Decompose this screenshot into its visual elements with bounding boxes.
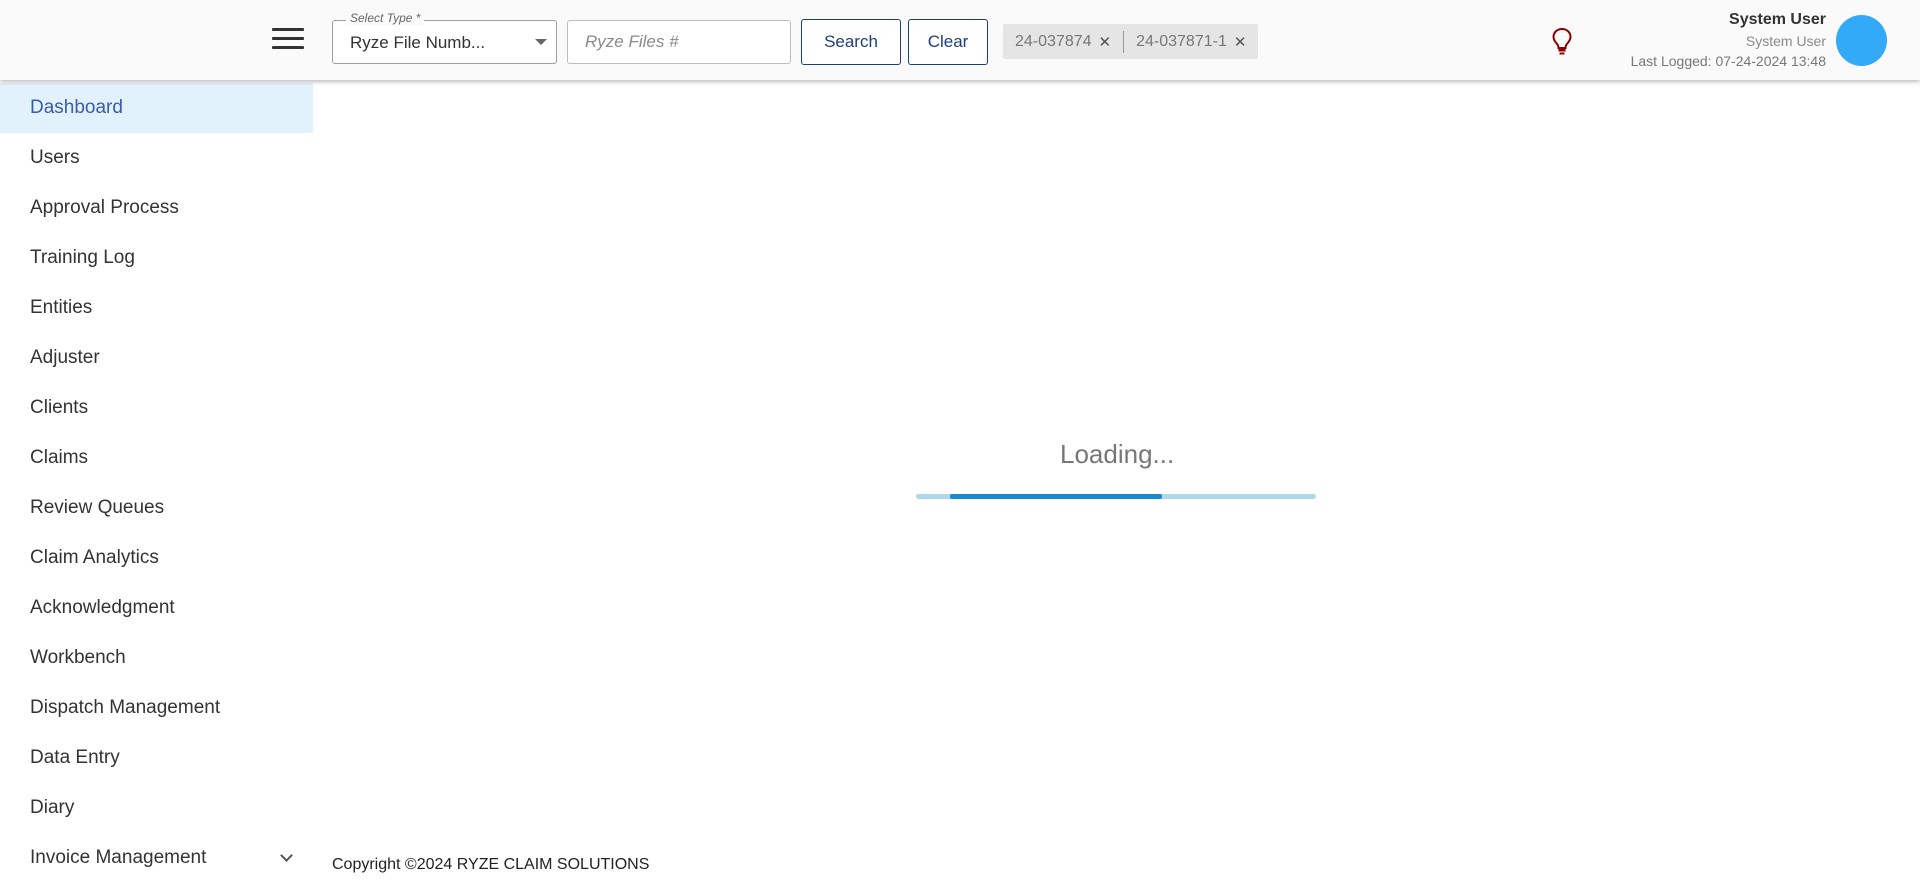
sidebar-item-adjuster[interactable]: Adjuster <box>0 333 313 383</box>
sidebar-item-workbench[interactable]: Workbench <box>0 633 313 683</box>
file-chip: 24-037871-1 ✕ <box>1136 33 1246 51</box>
sidebar-item-label: Workbench <box>30 647 126 668</box>
caret-down-icon <box>535 39 547 45</box>
loading-progress-bar <box>916 494 1316 499</box>
sidebar-item-claims[interactable]: Claims <box>0 433 313 483</box>
sidebar-item-dashboard[interactable]: Dashboard <box>0 83 313 133</box>
hamburger-line <box>272 28 304 31</box>
top-header: Select Type * Ryze File Numb... Search C… <box>0 0 1920 80</box>
select-type-value: Ryze File Numb... <box>350 33 486 52</box>
sidebar-item-data-entry[interactable]: Data Entry <box>0 733 313 783</box>
user-name: System User <box>1729 11 1826 28</box>
sidebar-item-label: Training Log <box>30 247 135 268</box>
sidebar-item-users[interactable]: Users <box>0 133 313 183</box>
user-role: System User <box>1745 33 1826 49</box>
sidebar-item-label: Approval Process <box>30 197 179 218</box>
selected-files-chips: 24-037874 ✕ 24-037871-1 ✕ <box>1003 24 1259 59</box>
close-icon[interactable]: ✕ <box>1234 33 1247 51</box>
sidebar-item-label: Data Entry <box>30 747 120 768</box>
sidebar-item-training-log[interactable]: Training Log <box>0 233 313 283</box>
sidebar-item-acknowledgment[interactable]: Acknowledgment <box>0 583 313 633</box>
sidebar-item-label: Acknowledgment <box>30 597 175 618</box>
sidebar-item-label: Invoice Management <box>30 847 207 868</box>
hamburger-line <box>272 46 304 49</box>
file-chip-label: 24-037871-1 <box>1136 32 1227 50</box>
sidebar-item-label: Entities <box>30 297 93 318</box>
sidebar-item-label: Dashboard <box>30 97 123 118</box>
ryze-files-input[interactable] <box>567 20 791 64</box>
file-chip: 24-037874 ✕ <box>1015 33 1111 51</box>
search-button[interactable]: Search <box>801 19 901 65</box>
chevron-down-icon[interactable] <box>280 849 293 862</box>
sidebar-item-dispatch-management[interactable]: Dispatch Management <box>0 683 313 733</box>
sidebar-item-diary[interactable]: Diary <box>0 783 313 833</box>
sidebar-item-entities[interactable]: Entities <box>0 283 313 333</box>
sidebar-item-review-queues[interactable]: Review Queues <box>0 483 313 533</box>
loading-progress-fill <box>950 494 1162 499</box>
sidebar-item-invoice-management[interactable]: Invoice Management <box>0 833 313 883</box>
sidebar-item-approval-process[interactable]: Approval Process <box>0 183 313 233</box>
select-type-dropdown[interactable]: Select Type * Ryze File Numb... <box>332 11 557 64</box>
sidebar-item-label: Claims <box>30 447 89 468</box>
sidebar-item-label: Clients <box>30 397 89 418</box>
user-info: System User System User Last Logged: 07-… <box>1631 10 1826 70</box>
hamburger-menu-icon[interactable] <box>270 25 306 53</box>
file-chip-label: 24-037874 <box>1015 32 1092 50</box>
sidebar-item-clients[interactable]: Clients <box>0 383 313 433</box>
sidebar-nav: Dashboard Users Approval Process Trainin… <box>0 83 313 879</box>
sidebar-item-label: Adjuster <box>30 347 100 368</box>
sidebar-item-label: Users <box>30 147 80 168</box>
clear-button[interactable]: Clear <box>908 19 988 65</box>
loading-text: Loading... <box>1060 439 1175 469</box>
lightbulb-icon[interactable] <box>1550 26 1574 56</box>
sidebar-item-label: Diary <box>30 797 75 818</box>
sidebar-item-label: Claim Analytics <box>30 547 159 568</box>
close-icon[interactable]: ✕ <box>1099 33 1112 51</box>
chip-divider <box>1123 30 1125 53</box>
avatar[interactable] <box>1836 15 1887 66</box>
sidebar-item-label: Review Queues <box>30 497 165 518</box>
select-type-label: Select Type * <box>346 11 425 25</box>
last-logged-text: Last Logged: 07-24-2024 13:48 <box>1630 53 1826 69</box>
sidebar-item-label: Dispatch Management <box>30 697 221 718</box>
sidebar-item-claim-analytics[interactable]: Claim Analytics <box>0 533 313 583</box>
hamburger-line <box>272 37 304 40</box>
copyright-text: Copyright ©2024 RYZE CLAIM SOLUTIONS <box>332 856 650 873</box>
